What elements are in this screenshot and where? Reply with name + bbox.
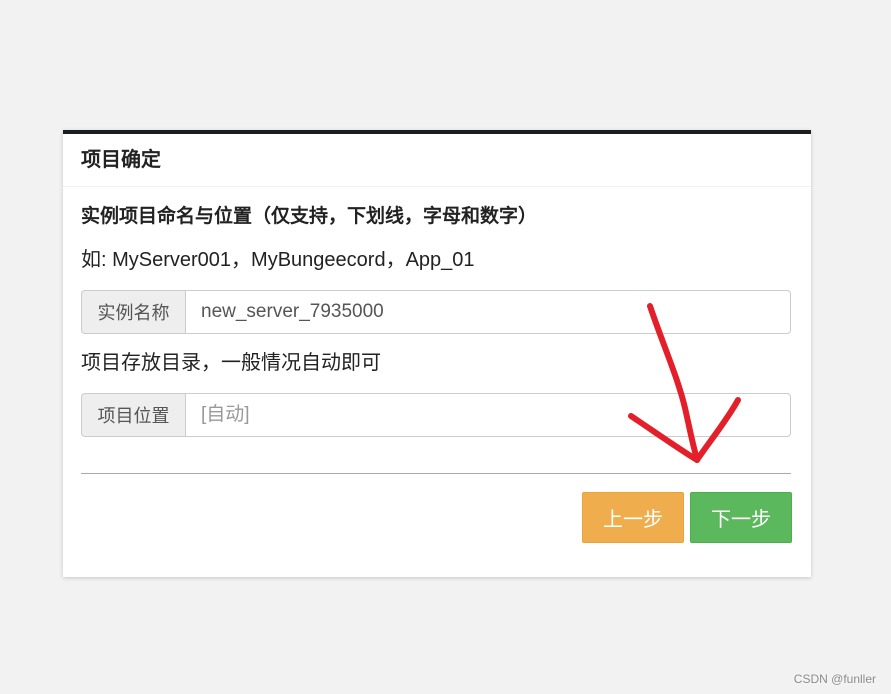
watermark: CSDN @funller	[793, 672, 876, 686]
instance-name-input[interactable]	[185, 290, 791, 334]
instance-name-addon: 实例名称	[81, 290, 185, 334]
project-location-addon: 项目位置	[81, 393, 185, 437]
next-step-button[interactable]: 下一步	[690, 492, 792, 543]
panel-title: 项目确定	[81, 149, 161, 171]
previous-step-button[interactable]: 上一步	[582, 492, 684, 543]
name-example-text: 如: MyServer001，MyBungeecord，App_01	[81, 249, 475, 271]
directory-hint-text: 项目存放目录，一般情况自动即可	[81, 352, 381, 374]
form-heading: 实例项目命名与位置（仅支持，下划线，字母和数字）	[81, 206, 538, 227]
panel-header: 项目确定	[63, 134, 811, 187]
project-location-group: 项目位置	[81, 393, 791, 437]
instance-name-group: 实例名称	[81, 290, 791, 334]
divider	[81, 473, 791, 474]
project-confirm-panel: 项目确定 实例项目命名与位置（仅支持，下划线，字母和数字） 如: MyServe…	[63, 130, 811, 577]
project-location-input[interactable]	[185, 393, 791, 437]
